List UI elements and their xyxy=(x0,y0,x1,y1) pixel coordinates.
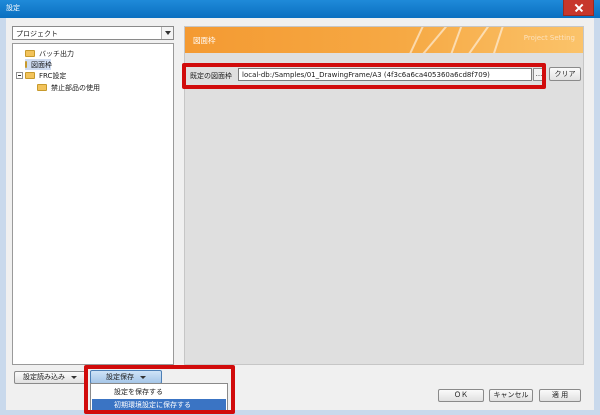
collapse-icon[interactable] xyxy=(16,72,23,79)
banner-decoration xyxy=(448,27,464,53)
folder-icon xyxy=(37,84,47,91)
banner-decoration xyxy=(420,27,448,53)
title-bar: 設定 xyxy=(0,0,600,18)
project-select[interactable]: プロジェクト xyxy=(12,26,174,40)
frame-row-highlight xyxy=(182,63,546,89)
tree-item-label: FRC設定 xyxy=(39,71,67,80)
clear-button[interactable]: クリア xyxy=(549,67,581,81)
folder-icon xyxy=(25,50,35,57)
load-settings-button[interactable]: 設定読み込み xyxy=(14,371,86,384)
banner-decoration xyxy=(465,27,491,53)
banner-decoration xyxy=(406,27,426,53)
panel-subtitle: Project Setting xyxy=(523,34,575,42)
apply-button[interactable]: 適 用 xyxy=(539,389,581,402)
tree-item-frc-settings[interactable]: FRC設定 xyxy=(25,70,66,81)
load-settings-label: 設定読み込み xyxy=(23,373,65,381)
folder-icon xyxy=(25,72,35,79)
panel-header: 図面枠 Project Setting xyxy=(185,27,583,53)
cancel-button[interactable]: キャンセル xyxy=(489,389,533,402)
tree-item-label: バッチ出力 xyxy=(39,49,74,58)
chevron-down-icon[interactable] xyxy=(161,27,173,39)
window-title: 設定 xyxy=(6,4,20,12)
tree-item-drawing-frame[interactable]: 図面枠 xyxy=(25,59,52,70)
ok-button[interactable]: ＯＫ xyxy=(438,389,484,402)
project-select-value: プロジェクト xyxy=(16,30,58,38)
tree-item-label: 図面枠 xyxy=(31,60,52,69)
dropdown-arrow-icon xyxy=(71,375,77,379)
save-menu-highlight xyxy=(84,365,235,414)
panel-title: 図面枠 xyxy=(193,36,216,45)
tree-item-prohibited-parts[interactable]: 禁止部品の使用 xyxy=(37,82,100,93)
tree-item-label: 禁止部品の使用 xyxy=(51,83,100,92)
tree-item-batch-output[interactable]: バッチ出力 xyxy=(25,48,74,59)
banner-decoration xyxy=(490,27,506,53)
settings-tree: バッチ出力 図面枠 FRC設定 禁止部品の使用 xyxy=(12,43,174,365)
folder-icon xyxy=(25,61,27,68)
close-icon[interactable] xyxy=(563,0,594,16)
